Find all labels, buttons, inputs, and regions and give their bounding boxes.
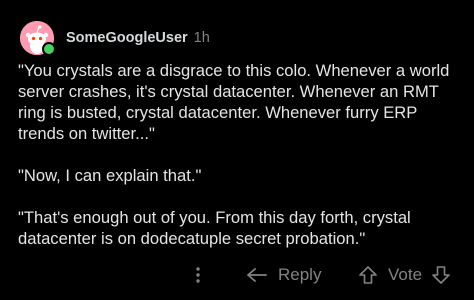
more-options-button[interactable]	[190, 262, 206, 288]
comment-timestamp: 1h	[193, 30, 210, 46]
vertical-ellipsis-icon	[196, 267, 200, 283]
comment-body: "You crystals are a disgrace to this col…	[18, 60, 464, 270]
reply-button[interactable]: Reply	[246, 262, 321, 288]
avatar[interactable]	[20, 21, 56, 56]
comment-paragraph: "That's enough out of you. From this day…	[18, 208, 411, 248]
downvote-button[interactable]	[431, 262, 451, 288]
comment: SomeGoogleUser 1h "You crystals are a di…	[0, 0, 474, 300]
upvote-button[interactable]: Vote	[358, 262, 422, 288]
comment-header: SomeGoogleUser 1h	[20, 20, 210, 56]
username[interactable]: SomeGoogleUser	[66, 30, 188, 46]
upvote-arrow-icon	[359, 266, 377, 284]
comment-paragraph: "Now, I can explain that."	[18, 166, 202, 185]
comment-paragraph: "You crystals are a disgrace to this col…	[18, 61, 450, 143]
downvote-arrow-icon	[432, 266, 450, 284]
reply-label: Reply	[278, 265, 322, 284]
reply-arrow-icon	[247, 268, 267, 282]
online-status-icon	[42, 42, 56, 56]
comment-actions: Reply Vote	[0, 258, 474, 292]
vote-label: Vote	[388, 265, 423, 284]
